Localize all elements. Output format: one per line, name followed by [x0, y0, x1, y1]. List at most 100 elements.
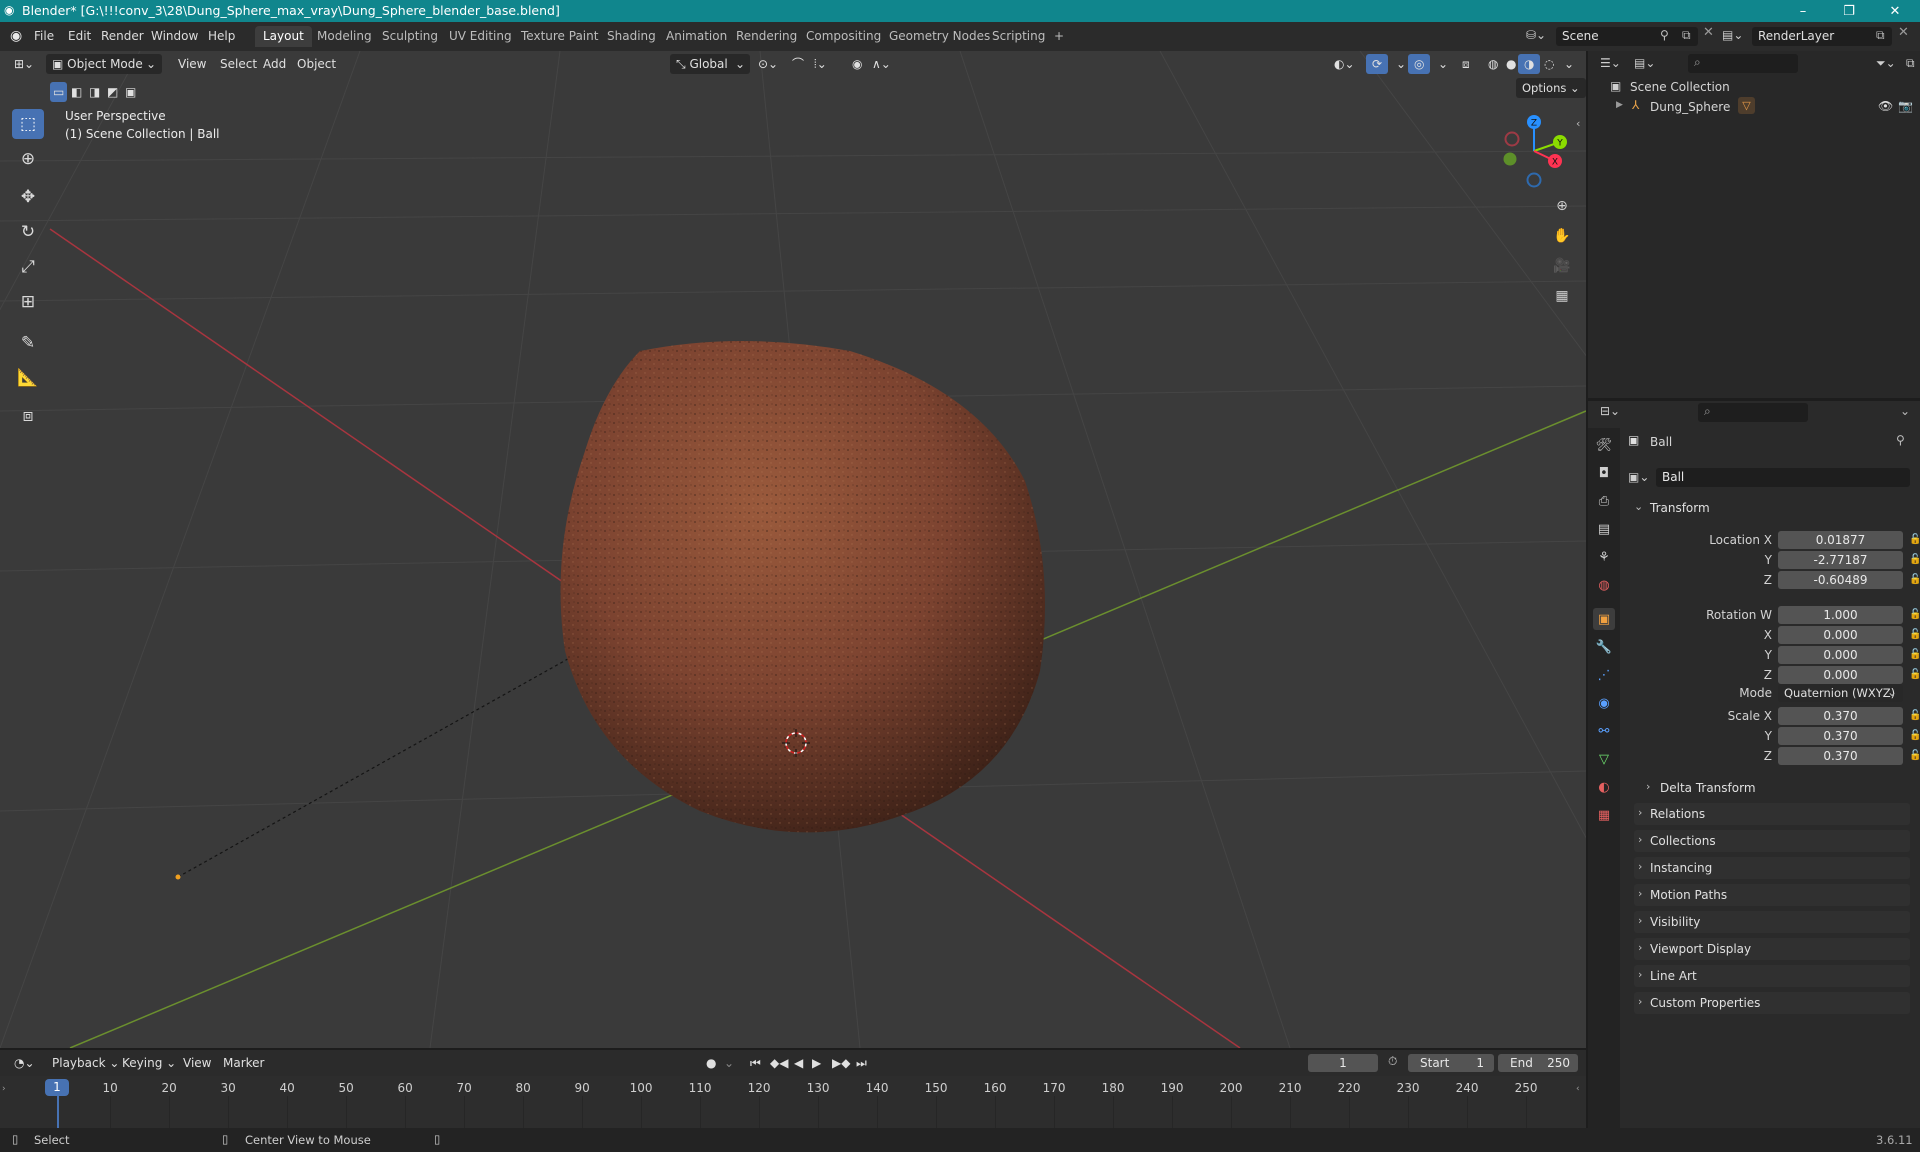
- viewport-menu-view[interactable]: View: [172, 54, 212, 74]
- lock-icon[interactable]: 🔓: [1909, 574, 1920, 585]
- scale-x-field[interactable]: 0.370: [1778, 707, 1903, 725]
- select-new-icon[interactable]: ▭: [50, 82, 68, 102]
- chevron-down-icon[interactable]: ⌄: [1900, 404, 1910, 418]
- overlay-toggle-icon[interactable]: ◎: [1408, 54, 1431, 74]
- end-frame-field[interactable]: End 250: [1498, 1054, 1578, 1072]
- snap-icon[interactable]: ⌒: [786, 54, 810, 74]
- timeline-editor-icon[interactable]: ◔⌄: [8, 1053, 41, 1073]
- section-motion-paths[interactable]: › Motion Paths: [1634, 884, 1910, 906]
- stopwatch-icon[interactable]: ⏱: [1388, 1054, 1397, 1069]
- outliner-search-input[interactable]: ⌕: [1688, 54, 1798, 73]
- lock-icon[interactable]: 🔓: [1909, 669, 1920, 680]
- navigation-gizmo[interactable]: Z Y X: [1494, 111, 1574, 191]
- close-button[interactable]: ✕: [1872, 0, 1918, 22]
- marker-menu[interactable]: Marker: [217, 1053, 270, 1073]
- transform-section-header[interactable]: ⌄ Transform: [1628, 497, 1914, 519]
- editor-type-icon[interactable]: ⊞⌄: [8, 54, 40, 74]
- tab-modeling[interactable]: Modeling: [309, 26, 380, 47]
- orientation-dropdown[interactable]: ⤡ Global ⌄: [670, 54, 750, 74]
- viewport-menu-add[interactable]: Add: [257, 54, 292, 74]
- pin-icon[interactable]: ⚲: [1896, 433, 1905, 447]
- select-extend-icon[interactable]: ◧: [68, 82, 85, 102]
- mode-dropdown[interactable]: ▣ Object Mode ⌄: [46, 54, 162, 74]
- outliner-item-dung-sphere[interactable]: ▶ ⅄ Dung_Sphere ▽ 👁 📷: [1588, 97, 1920, 117]
- options-dropdown[interactable]: Options ⌄: [1516, 78, 1586, 98]
- location-z-field[interactable]: -0.60489: [1778, 571, 1903, 589]
- new-scene-icon[interactable]: ⧉: [1682, 28, 1691, 43]
- new-layer-icon[interactable]: ⧉: [1876, 28, 1885, 43]
- move-tool-icon[interactable]: ✥: [12, 182, 44, 212]
- menu-window[interactable]: Window: [151, 29, 198, 43]
- xray-icon[interactable]: ⧈: [1456, 54, 1476, 74]
- expand-arrow-icon[interactable]: ▶: [1616, 100, 1623, 110]
- tab-animation[interactable]: Animation: [658, 26, 735, 47]
- menu-edit[interactable]: Edit: [68, 29, 91, 43]
- scene-collection-label[interactable]: Scene Collection: [1630, 80, 1730, 94]
- tab-geometry-nodes[interactable]: Geometry Nodes: [881, 26, 998, 47]
- texture-tab-icon[interactable]: ▦: [1593, 804, 1615, 826]
- view-layer-icon[interactable]: ▤⌄: [1722, 28, 1743, 42]
- zoom-icon[interactable]: ⊕: [1550, 194, 1574, 218]
- tab-uv-editing[interactable]: UV Editing: [441, 26, 520, 47]
- select-box-tool-icon[interactable]: ⬚: [12, 109, 44, 139]
- select-invert-icon[interactable]: ◩: [104, 82, 121, 102]
- timeline-view-menu[interactable]: View: [177, 1053, 217, 1073]
- blender-menu-icon[interactable]: ◉: [10, 28, 22, 44]
- scene-selector-icon[interactable]: ⛁⌄: [1526, 28, 1546, 42]
- transform-tool-icon[interactable]: ⊞: [12, 287, 44, 317]
- section-viewport-display[interactable]: › Viewport Display: [1634, 938, 1910, 960]
- section-line-art[interactable]: › Line Art: [1634, 965, 1910, 987]
- pin-icon[interactable]: ⚲: [1660, 28, 1669, 42]
- delete-scene-icon[interactable]: ✕: [1703, 25, 1714, 40]
- lock-icon[interactable]: 🔓: [1909, 730, 1920, 741]
- new-collection-icon[interactable]: ⧉: [1906, 56, 1915, 71]
- material-tab-icon[interactable]: ◐: [1593, 776, 1615, 798]
- sidebar-expand-icon[interactable]: ‹: [1576, 117, 1580, 130]
- lock-icon[interactable]: 🔓: [1909, 609, 1920, 620]
- menu-render[interactable]: Render: [101, 29, 144, 43]
- camera-view-icon[interactable]: 🎥: [1550, 254, 1574, 278]
- rotation-y-field[interactable]: 0.000: [1778, 646, 1903, 664]
- object-name-field[interactable]: Ball: [1656, 468, 1910, 487]
- rotation-x-field[interactable]: 0.000: [1778, 626, 1903, 644]
- datablock-icon[interactable]: ▣⌄: [1628, 470, 1649, 484]
- outliner-editor-icon[interactable]: ☰⌄: [1600, 56, 1621, 70]
- gizmo-toggle-icon[interactable]: ⟳: [1366, 54, 1389, 74]
- current-frame-field[interactable]: 1: [1308, 1054, 1378, 1072]
- delete-layer-icon[interactable]: ✕: [1898, 25, 1909, 40]
- rotate-tool-icon[interactable]: ↻: [12, 217, 44, 247]
- location-x-field[interactable]: 0.01877: [1778, 531, 1903, 549]
- measure-tool-icon[interactable]: 📐: [12, 363, 44, 393]
- lock-icon[interactable]: 🔓: [1909, 534, 1920, 545]
- add-cube-tool-icon[interactable]: ⧈: [12, 401, 44, 431]
- scale-tool-icon[interactable]: ⤢: [12, 252, 44, 282]
- tab-layout[interactable]: Layout: [255, 26, 312, 47]
- annotate-tool-icon[interactable]: ✎: [12, 328, 44, 358]
- lock-icon[interactable]: 🔓: [1909, 750, 1920, 761]
- section-visibility[interactable]: › Visibility: [1634, 911, 1910, 933]
- tab-scripting[interactable]: Scripting: [984, 26, 1053, 47]
- snap-target-icon[interactable]: ⦙⌄: [808, 54, 833, 74]
- overlay-dropdown-icon[interactable]: ⌄: [1432, 54, 1454, 74]
- viewport-menu-object[interactable]: Object: [291, 54, 342, 74]
- scale-y-field[interactable]: 0.370: [1778, 727, 1903, 745]
- render-visibility-icon[interactable]: 📷: [1898, 99, 1913, 113]
- menu-file[interactable]: File: [34, 29, 54, 43]
- properties-editor-icon[interactable]: ⊟⌄: [1600, 404, 1620, 418]
- tab-texture-paint[interactable]: Texture Paint: [513, 26, 606, 47]
- maximize-button[interactable]: ❐: [1826, 0, 1872, 22]
- rotation-z-field[interactable]: 0.000: [1778, 666, 1903, 684]
- display-mode-icon[interactable]: ▤⌄: [1634, 56, 1655, 70]
- lock-icon[interactable]: 🔓: [1909, 629, 1920, 640]
- tab-shading[interactable]: Shading: [599, 26, 664, 47]
- perspective-toggle-icon[interactable]: ▦: [1550, 284, 1574, 308]
- tool-tab-icon[interactable]: 🛠: [1593, 434, 1615, 456]
- eye-visibility-icon[interactable]: 👁: [1878, 99, 1893, 113]
- shading-dropdown-icon[interactable]: ⌄: [1558, 54, 1580, 74]
- falloff-icon[interactable]: ∧⌄: [866, 54, 897, 74]
- pan-hand-icon[interactable]: ✋: [1550, 224, 1574, 248]
- select-intersect-icon[interactable]: ▣: [122, 82, 139, 102]
- minimize-button[interactable]: –: [1780, 0, 1826, 22]
- add-workspace-button[interactable]: +: [1046, 26, 1072, 47]
- tab-compositing[interactable]: Compositing: [798, 26, 889, 47]
